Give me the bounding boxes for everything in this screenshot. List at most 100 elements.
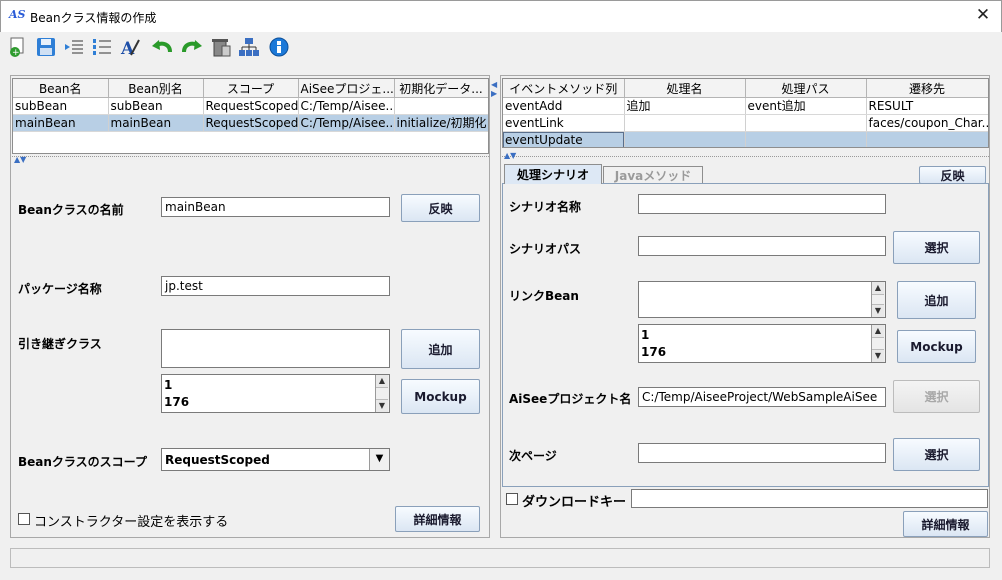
scrollbar[interactable]: ▲ ▼: [871, 282, 885, 317]
chevron-down-icon[interactable]: ▼: [369, 449, 389, 470]
column-header-event-method[interactable]: イベントメソッド列: [503, 79, 625, 98]
tab-scenario[interactable]: 処理シナリオ: [504, 164, 602, 184]
table-cell[interactable]: initialize/初期化: [394, 114, 488, 132]
scenario-path-select-button[interactable]: 選択: [893, 231, 980, 264]
table-cell[interactable]: RequestScoped: [203, 97, 299, 115]
project-select-button[interactable]: 選択: [893, 380, 980, 413]
inherit-class-list[interactable]: [161, 329, 390, 368]
reflect-button[interactable]: 反映: [401, 194, 480, 222]
left-splitter[interactable]: [12, 156, 489, 162]
column-header-process-name[interactable]: 処理名: [624, 79, 746, 98]
table-cell[interactable]: event追加: [745, 97, 867, 115]
close-icon[interactable]: ✕: [968, 4, 998, 28]
indent-icon[interactable]: [63, 36, 85, 58]
detail-info-button[interactable]: 詳細情報: [395, 506, 480, 532]
right-splitter[interactable]: [502, 156, 989, 162]
inherit-spinner-list[interactable]: 1 176 ▲ ▼: [161, 374, 390, 413]
reflect-button-right[interactable]: 反映: [919, 166, 986, 184]
table-cell[interactable]: [394, 97, 488, 115]
font-edit-icon[interactable]: A: [119, 36, 141, 58]
scenario-name-input[interactable]: [638, 194, 886, 214]
next-page-select-button[interactable]: 選択: [893, 438, 980, 471]
column-header-process-path[interactable]: 処理パス: [745, 79, 867, 98]
table-row[interactable]: eventAdd 追加 event追加 RESULT: [503, 97, 988, 115]
column-header-bean-name[interactable]: Bean名: [13, 79, 109, 98]
next-page-input[interactable]: [638, 443, 886, 463]
table-cell[interactable]: RequestScoped: [203, 114, 299, 132]
scenario-path-input[interactable]: [638, 236, 886, 256]
tab-java-method[interactable]: Javaメソッド: [603, 166, 703, 183]
scroll-down-icon[interactable]: ▼: [872, 304, 884, 317]
undo-icon[interactable]: [150, 36, 172, 58]
table-cell[interactable]: C:/Temp/Aisee...: [298, 114, 395, 132]
app-logo-icon: AS: [9, 8, 26, 21]
detail-info-button-right[interactable]: 詳細情報: [903, 511, 988, 537]
column-header-destination[interactable]: 遷移先: [866, 79, 988, 98]
scrollbar[interactable]: ▲ ▼: [375, 375, 389, 412]
scroll-up-icon[interactable]: ▲: [872, 325, 884, 338]
package-input[interactable]: jp.test: [161, 276, 390, 296]
class-name-input[interactable]: mainBean: [161, 197, 390, 217]
table-cell[interactable]: subBean: [13, 97, 109, 115]
table-row[interactable]: subBean subBean RequestScoped C:/Temp/Ai…: [13, 97, 488, 115]
info-icon[interactable]: [268, 36, 290, 58]
table-row-selected[interactable]: eventUpdate: [503, 131, 988, 147]
add-inherit-button[interactable]: 追加: [401, 329, 480, 369]
column-header-scope[interactable]: スコープ: [203, 79, 299, 98]
pane-divider[interactable]: [491, 75, 499, 538]
link-bean-spinner-list[interactable]: 1 176 ▲ ▼: [638, 324, 886, 363]
splitter-arrows-icon[interactable]: ▲▼: [504, 151, 516, 160]
column-header-project[interactable]: AiSeeプロジェ...: [298, 79, 395, 98]
project-name-input[interactable]: C:/Temp/AiseeProject/WebSampleAiSee: [638, 387, 886, 407]
scope-select[interactable]: RequestScoped ▼: [161, 448, 390, 471]
mockup-button-right[interactable]: Mockup: [897, 330, 976, 363]
table-cell[interactable]: [745, 131, 867, 147]
table-cell[interactable]: [866, 131, 988, 147]
splitter-arrows-icon[interactable]: ▲▼: [14, 155, 26, 164]
constructor-checkbox[interactable]: [18, 513, 30, 525]
status-bar: [10, 548, 990, 568]
list-icon[interactable]: [91, 36, 113, 58]
download-key-input[interactable]: [631, 489, 988, 508]
table-cell[interactable]: 追加: [624, 97, 746, 115]
link-bean-list[interactable]: ▲ ▼: [638, 281, 886, 318]
divider-arrows-icon[interactable]: ◀ ▶: [491, 80, 497, 98]
delete-icon[interactable]: [210, 36, 232, 58]
redo-icon[interactable]: [180, 36, 202, 58]
scroll-up-icon[interactable]: ▲: [376, 375, 388, 388]
table-cell[interactable]: faces/coupon_Char...: [866, 114, 988, 132]
list-item[interactable]: 176: [641, 345, 666, 359]
table-cell[interactable]: RESULT: [866, 97, 988, 115]
scroll-down-icon[interactable]: ▼: [872, 349, 884, 362]
hierarchy-icon[interactable]: [238, 36, 260, 58]
scroll-up-icon[interactable]: ▲: [872, 282, 884, 295]
link-bean-label: リンクBean: [509, 289, 579, 303]
scope-select-value: RequestScoped: [165, 453, 270, 467]
table-cell[interactable]: eventLink: [503, 114, 625, 132]
table-cell[interactable]: eventAdd: [503, 97, 625, 115]
add-page-icon[interactable]: +: [7, 36, 29, 58]
column-header-bean-alias[interactable]: Bean別名: [108, 79, 204, 98]
download-key-checkbox[interactable]: [506, 493, 518, 505]
list-item[interactable]: 1: [641, 328, 649, 342]
table-cell[interactable]: C:/Temp/Aisee...: [298, 97, 395, 115]
list-item[interactable]: 1: [164, 378, 172, 392]
table-cell[interactable]: [624, 114, 746, 132]
project-name-label: AiSeeプロジェクト名: [509, 392, 632, 406]
scroll-down-icon[interactable]: ▼: [376, 399, 388, 412]
event-table: イベントメソッド列 処理名 処理パス 遷移先 eventAdd 追加 event…: [502, 78, 989, 148]
table-cell[interactable]: [624, 131, 746, 147]
scrollbar[interactable]: ▲ ▼: [871, 325, 885, 362]
add-link-bean-button[interactable]: 追加: [897, 281, 976, 319]
column-header-init-data[interactable]: 初期化データ...: [394, 79, 488, 98]
table-cell[interactable]: subBean: [108, 97, 204, 115]
table-cell[interactable]: [745, 114, 867, 132]
table-cell[interactable]: eventUpdate: [503, 131, 625, 147]
table-cell[interactable]: mainBean: [13, 114, 109, 132]
save-icon[interactable]: [35, 36, 57, 58]
mockup-button[interactable]: Mockup: [401, 379, 480, 414]
table-cell[interactable]: mainBean: [108, 114, 204, 132]
list-item[interactable]: 176: [164, 395, 189, 409]
table-row-selected[interactable]: mainBean mainBean RequestScoped C:/Temp/…: [13, 114, 488, 132]
table-row[interactable]: eventLink faces/coupon_Char...: [503, 114, 988, 132]
